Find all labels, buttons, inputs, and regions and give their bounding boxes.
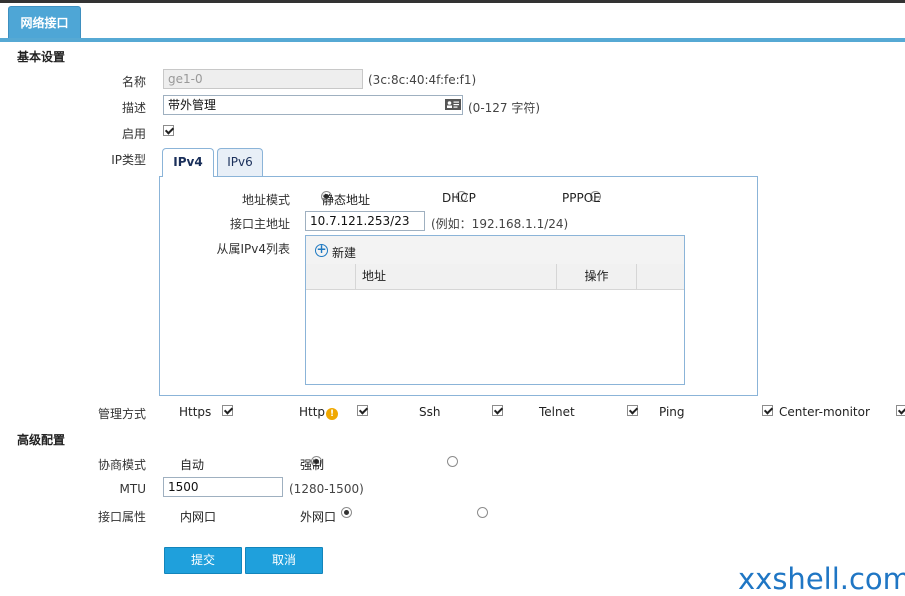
telnet-label: Telnet — [539, 405, 575, 419]
tab-network-interface[interactable]: 网络接口 — [8, 6, 81, 40]
description-value: 带外管理 — [168, 98, 217, 112]
attr-internal-label: 内网口 — [180, 510, 217, 524]
http-checkbox[interactable] — [357, 405, 369, 416]
ssh-label: Ssh — [419, 405, 441, 419]
interface-attr-label: 接口属性 — [97, 510, 146, 524]
grid-toolbar — [306, 236, 684, 265]
tab-ipv4[interactable]: IPv4 — [162, 148, 214, 177]
addr-mode-label: 地址模式 — [241, 193, 290, 207]
mode-dhcp-label: DHCP — [442, 191, 476, 205]
secondary-address-grid: + 新建 地址 操作 — [305, 235, 685, 385]
negotiation-label: 协商模式 — [97, 458, 146, 472]
description-field[interactable]: 带外管理 — [163, 95, 463, 115]
http-label: Http — [299, 405, 326, 419]
name-field: ge1-0 — [163, 69, 363, 89]
window-top-border — [0, 0, 905, 3]
attr-external-label: 外网口 — [300, 510, 337, 524]
header-underline — [0, 38, 905, 42]
ssh-checkbox[interactable] — [491, 405, 503, 416]
desc-label: 描述 — [121, 101, 146, 115]
ping-checkbox[interactable] — [761, 405, 773, 416]
https-label: Https — [179, 405, 212, 419]
plus-circle-icon[interactable]: + — [315, 243, 328, 257]
center-monitor-label: Center-monitor — [779, 405, 870, 419]
mode-pppoe-label: PPPOE — [562, 191, 601, 205]
grid-col-address: 地址 — [356, 264, 557, 289]
grid-header: 地址 操作 — [306, 264, 684, 290]
management-label: 管理方式 — [97, 407, 146, 421]
mode-static-label: 静态地址 — [322, 193, 371, 207]
cancel-button[interactable]: 取消 — [245, 547, 323, 574]
grid-col-action: 操作 — [557, 264, 637, 289]
active-tab-joint — [163, 175, 213, 177]
contact-card-icon[interactable] — [445, 99, 461, 110]
warning-icon[interactable]: ! — [326, 408, 338, 420]
mtu-hint: (1280-1500) — [289, 482, 364, 496]
mac-address-hint: (3c:8c:40:4f:fe:f1) — [368, 73, 477, 87]
primary-address-hint: (例如：192.168.1.1/24) — [431, 217, 569, 231]
desc-length-hint: (0-127 字符) — [468, 101, 541, 115]
mtu-field[interactable]: 1500 — [163, 477, 283, 497]
https-checkbox[interactable] — [222, 405, 234, 416]
mtu-label: MTU — [119, 482, 146, 496]
tab-ipv6[interactable]: IPv6 — [217, 148, 263, 176]
negotiation-force-label: 强制 — [300, 458, 325, 472]
section-advanced-title: 高级配置 — [17, 433, 66, 447]
negotiation-force-radio[interactable] — [447, 456, 459, 467]
primary-address-label: 接口主地址 — [229, 217, 290, 231]
center-monitor-checkbox[interactable] — [896, 405, 905, 416]
watermark-text: xxshell.com — [738, 562, 905, 596]
attr-external-radio[interactable] — [476, 507, 488, 518]
ping-label: Ping — [659, 405, 685, 419]
secondary-list-label: 从属IPv4列表 — [216, 242, 290, 256]
new-button[interactable]: 新建 — [332, 244, 356, 261]
enable-label: 启用 — [121, 127, 146, 141]
attr-internal-radio[interactable] — [340, 507, 352, 518]
name-label: 名称 — [121, 75, 146, 89]
ip-type-label: IP类型 — [111, 153, 146, 167]
enable-checkbox[interactable] — [163, 125, 174, 136]
section-basic-title: 基本设置 — [17, 50, 66, 64]
negotiation-auto-label: 自动 — [180, 458, 205, 472]
submit-button[interactable]: 提交 — [164, 547, 242, 574]
telnet-checkbox[interactable] — [626, 405, 638, 416]
grid-col-select — [306, 264, 356, 289]
primary-address-field[interactable]: 10.7.121.253/23 — [305, 211, 425, 231]
